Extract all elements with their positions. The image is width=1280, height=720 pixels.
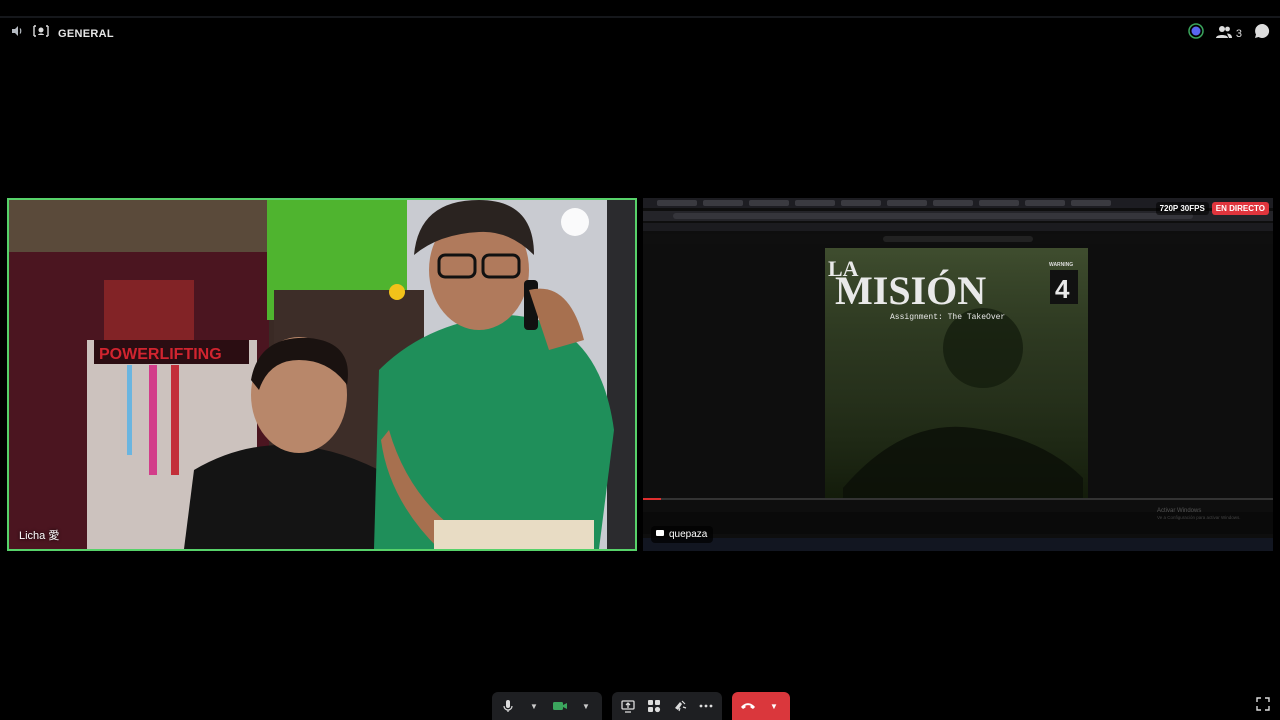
- call-header: GENERAL 3: [0, 22, 1280, 44]
- screen-share-icon[interactable]: [620, 698, 636, 714]
- stream-name-label: quepaza: [651, 526, 714, 543]
- activity-icon[interactable]: [1188, 23, 1204, 44]
- shared-screen: LA MISIÓN 4 WARNING Assignment: The Take…: [643, 198, 1273, 551]
- live-badge: EN DIRECTO: [1211, 202, 1269, 215]
- camera-feed: POWERLIFTING: [9, 200, 635, 549]
- participant-count-button[interactable]: 3: [1215, 25, 1242, 42]
- header-right: 3: [1188, 23, 1270, 44]
- activities-icon[interactable]: [646, 698, 662, 714]
- camera-tile[interactable]: POWERLIFTING Licha 愛: [7, 198, 637, 551]
- audio-video-group: ▼ ▼: [492, 692, 602, 720]
- svg-text:POWERLIFTING: POWERLIFTING: [99, 346, 222, 363]
- screen-share-label-icon: [655, 528, 665, 541]
- actions-group: [612, 692, 722, 720]
- microphone-icon[interactable]: [500, 698, 516, 714]
- stream-owner-name: quepaza: [669, 529, 708, 540]
- stream-badges: 720P 30FPS EN DIRECTO: [1155, 202, 1269, 215]
- speaker-icon[interactable]: [10, 24, 24, 43]
- hangup-options-chevron-icon[interactable]: ▼: [766, 698, 782, 714]
- windows-watermark-2: Ve a Configuración para activar Windows.: [1157, 515, 1241, 520]
- warning-text: WARNING: [1049, 262, 1073, 268]
- stream-quality-badge: 720P 30FPS: [1155, 202, 1209, 215]
- camera-options-chevron-icon[interactable]: ▼: [578, 698, 594, 714]
- video-title-main: MISIÓN: [835, 268, 986, 313]
- channel-name: GENERAL: [58, 27, 114, 40]
- chat-bubble-icon[interactable]: [1254, 23, 1270, 44]
- header-left: GENERAL: [10, 24, 114, 43]
- microphone-options-chevron-icon[interactable]: ▼: [526, 698, 542, 714]
- top-divider: [0, 16, 1280, 18]
- soundboard-icon[interactable]: [672, 698, 688, 714]
- video-subtitle: Assignment: The TakeOver: [890, 313, 1005, 322]
- participant-name-label: Licha 愛: [19, 530, 60, 542]
- fullscreen-icon[interactable]: [1256, 697, 1270, 716]
- windows-watermark-1: Activar Windows: [1157, 508, 1201, 514]
- video-camera-icon[interactable]: [552, 698, 568, 714]
- participant-count: 3: [1235, 27, 1242, 40]
- people-icon: [1215, 25, 1232, 42]
- call-controls: ▼ ▼ ▼: [492, 692, 790, 720]
- screen-share-tile[interactable]: LA MISIÓN 4 WARNING Assignment: The Take…: [643, 198, 1273, 551]
- video-title-number: 4: [1055, 274, 1070, 304]
- phone-hangup-icon[interactable]: [740, 698, 756, 714]
- hangup-group: ▼: [732, 692, 790, 720]
- more-dots-icon[interactable]: [698, 698, 714, 714]
- stage-channel-icon: [32, 24, 50, 43]
